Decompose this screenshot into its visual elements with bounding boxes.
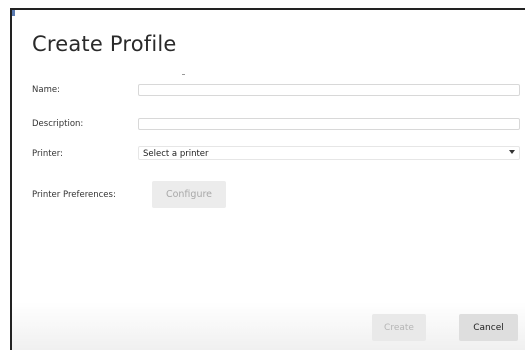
configure-button[interactable]: Configure <box>152 181 226 208</box>
create-button[interactable]: Create <box>372 314 426 341</box>
name-field[interactable] <box>138 84 520 96</box>
printer-label: Printer: <box>32 149 63 159</box>
text-cursor-mark <box>182 74 185 75</box>
printer-preferences-label: Printer Preferences: <box>32 190 116 200</box>
description-field[interactable] <box>138 118 520 130</box>
chevron-down-icon[interactable] <box>509 150 515 154</box>
dialog-footer: Create Cancel <box>12 302 525 350</box>
create-profile-dialog: Create Profile Name: Description: Printe… <box>10 8 525 350</box>
printer-select[interactable]: Select a printer <box>138 146 520 160</box>
window-corner-mark <box>12 10 15 16</box>
cancel-button[interactable]: Cancel <box>459 314 518 341</box>
name-label: Name: <box>32 85 60 95</box>
description-label: Description: <box>32 119 84 129</box>
printer-select-value: Select a printer <box>143 149 209 159</box>
dialog-title: Create Profile <box>32 32 177 56</box>
